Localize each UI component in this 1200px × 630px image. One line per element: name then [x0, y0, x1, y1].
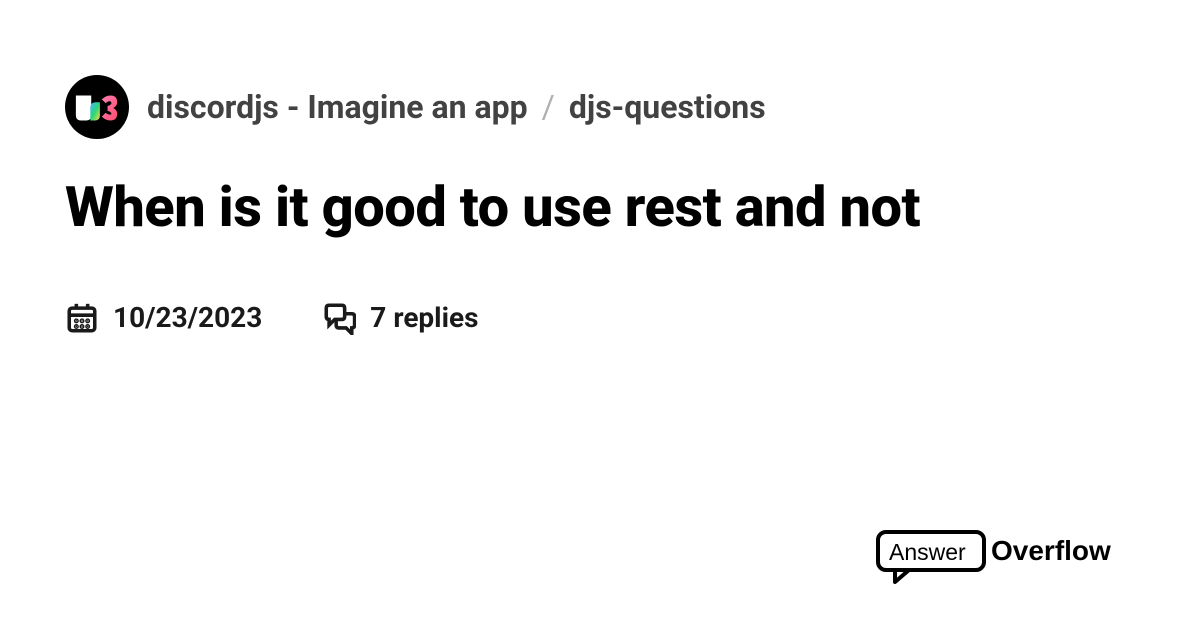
breadcrumb: discordjs - Imagine an app / djs-questio…	[65, 75, 1135, 139]
brand-word-2: Overflow	[991, 535, 1111, 566]
date-text: 10/23/2023	[113, 301, 262, 334]
breadcrumb-separator: /	[542, 88, 555, 126]
post-replies: 7 replies	[322, 301, 478, 335]
server-avatar	[65, 75, 129, 139]
replies-text: 7 replies	[370, 301, 478, 334]
channel-name: djs-questions	[569, 88, 766, 126]
post-meta: 10/23/2023 7 replies	[65, 301, 1135, 335]
server-name: discordjs - Imagine an app	[147, 88, 528, 126]
calendar-icon	[65, 301, 99, 335]
brand-word-1: Answer	[889, 539, 966, 565]
post-date: 10/23/2023	[65, 301, 262, 335]
replies-icon	[322, 301, 356, 335]
post-title: When is it good to use rest and not	[65, 177, 1135, 239]
brand-logo: Answer Overflow	[875, 524, 1135, 590]
breadcrumb-text: discordjs - Imagine an app / djs-questio…	[147, 88, 766, 126]
